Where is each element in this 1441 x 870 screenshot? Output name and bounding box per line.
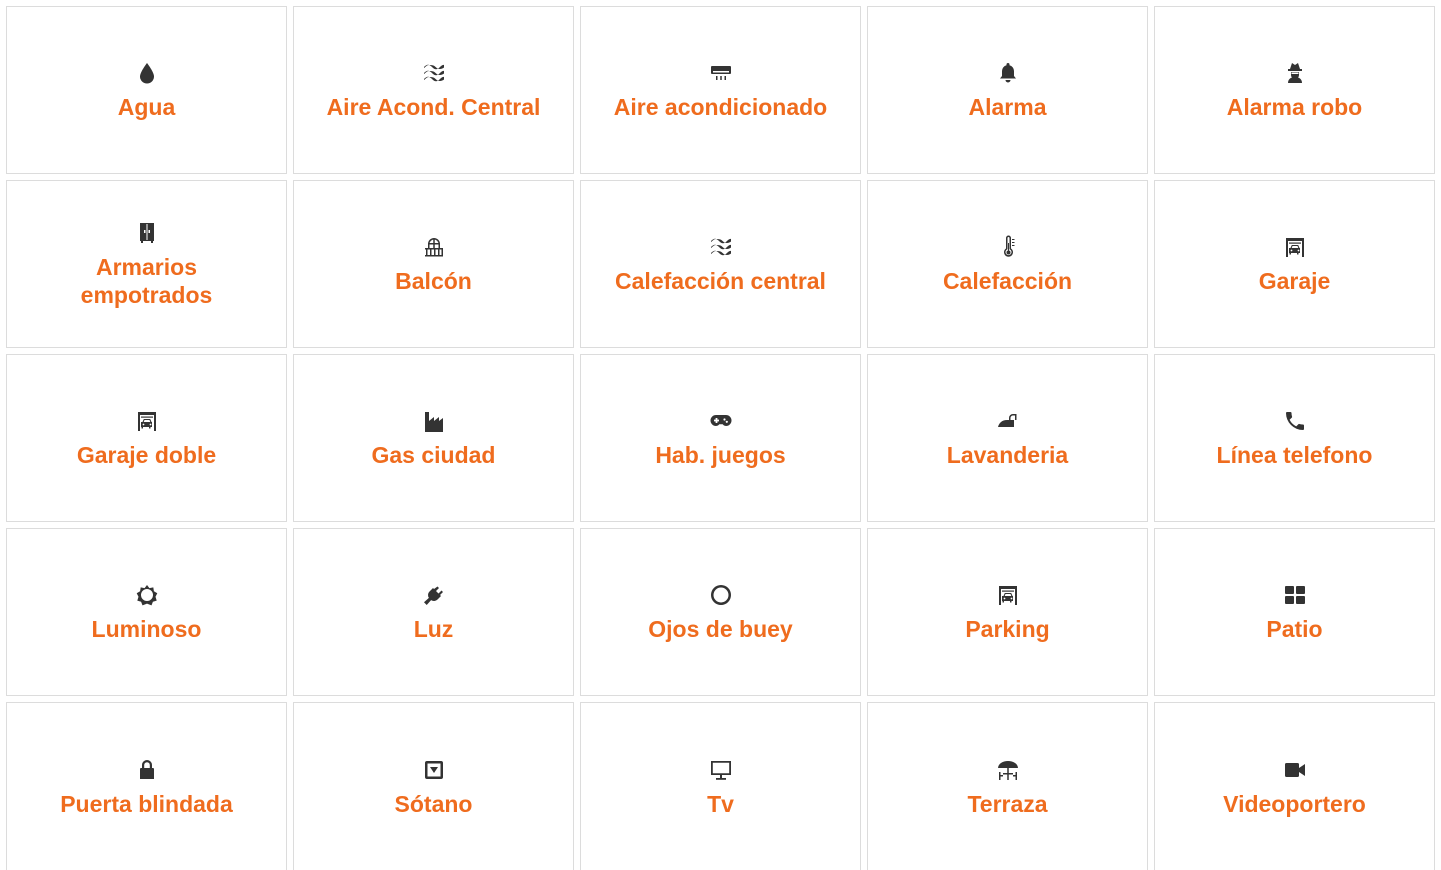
- amenity-gas-ciudad[interactable]: Gas ciudad: [293, 354, 574, 522]
- amenity-terraza[interactable]: Terraza: [867, 702, 1148, 870]
- amenity-label: Ojos de buey: [648, 616, 793, 642]
- amenity-label: Línea telefono: [1216, 442, 1373, 468]
- amenity-luminoso[interactable]: Luminoso: [6, 528, 287, 696]
- amenity-ojos-de-buey[interactable]: Ojos de buey: [580, 528, 861, 696]
- amenities-grid: Agua Aire Acond. Central Aire acondicion…: [6, 6, 1435, 870]
- amenity-alarma-robo[interactable]: Alarma robo: [1154, 6, 1435, 174]
- amenity-label: Garaje: [1258, 268, 1331, 294]
- amenity-garaje-doble[interactable]: Garaje doble: [6, 354, 287, 522]
- amenity-label: Lavanderia: [946, 442, 1069, 468]
- factory-icon: [420, 407, 448, 435]
- amenity-linea-telefono[interactable]: Línea telefono: [1154, 354, 1435, 522]
- amenity-patio[interactable]: Patio: [1154, 528, 1435, 696]
- amenity-label: Sótano: [394, 790, 473, 817]
- amenity-label: Alarma robo: [1226, 94, 1363, 120]
- amenity-calefaccion[interactable]: Calefacción: [867, 180, 1148, 348]
- amenity-balcon[interactable]: Balcón: [293, 180, 574, 348]
- phone-icon: [1281, 407, 1309, 435]
- garage-icon: [994, 581, 1022, 609]
- waves-icon: [707, 233, 735, 261]
- thermometer-icon: [994, 233, 1022, 261]
- bell-icon: [994, 59, 1022, 87]
- amenity-label: Armarios empotrados: [80, 254, 213, 308]
- balcony-icon: [420, 233, 448, 261]
- wardrobe-icon: [133, 219, 161, 247]
- amenity-lavanderia[interactable]: Lavanderia: [867, 354, 1148, 522]
- amenity-aire-acond-central[interactable]: Aire Acond. Central: [293, 6, 574, 174]
- amenity-calefaccion-central[interactable]: Calefacción central: [580, 180, 861, 348]
- amenity-label: Calefacción: [942, 268, 1073, 294]
- amenity-label: Balcón: [395, 268, 472, 294]
- monitor-icon: [707, 756, 735, 784]
- amenity-label: Aire Acond. Central: [326, 94, 541, 120]
- terrace-umbrella-icon: [994, 756, 1022, 784]
- amenity-label: Garaje doble: [76, 442, 217, 468]
- amenity-label: Patio: [1266, 616, 1323, 642]
- amenity-label: Alarma: [968, 94, 1047, 120]
- amenity-label: Aire acondicionado: [613, 94, 828, 120]
- circle-outline-icon: [707, 581, 735, 609]
- lock-icon: [133, 756, 161, 784]
- amenity-luz[interactable]: Luz: [293, 528, 574, 696]
- amenity-label: Gas ciudad: [371, 442, 496, 468]
- amenity-aire-acondicionado[interactable]: Aire acondicionado: [580, 6, 861, 174]
- amenity-puerta-blindada[interactable]: Puerta blindada: [6, 702, 287, 870]
- amenity-sotano[interactable]: Sótano: [293, 702, 574, 870]
- amenity-tv[interactable]: Tv: [580, 702, 861, 870]
- amenity-label: Videoportero: [1223, 790, 1366, 817]
- amenity-label: Agua: [117, 94, 176, 120]
- amenity-agua[interactable]: Agua: [6, 6, 287, 174]
- amenity-videoportero[interactable]: Videoportero: [1154, 702, 1435, 870]
- air-conditioner-icon: [707, 59, 735, 87]
- amenity-label: Terraza: [967, 790, 1048, 817]
- water-drop-icon: [133, 59, 161, 87]
- plug-icon: [420, 581, 448, 609]
- amenity-armarios-empotrados[interactable]: Armarios empotrados: [6, 180, 287, 348]
- amenity-label: Calefacción central: [615, 268, 826, 294]
- amenity-label: Tv: [707, 790, 734, 817]
- gamepad-icon: [707, 407, 735, 435]
- amenity-hab-juegos[interactable]: Hab. juegos: [580, 354, 861, 522]
- waves-icon: [420, 59, 448, 87]
- amenity-label: Parking: [965, 616, 1050, 642]
- amenity-label: Hab. juegos: [655, 442, 786, 468]
- amenity-parking[interactable]: Parking: [867, 528, 1148, 696]
- amenity-garaje[interactable]: Garaje: [1154, 180, 1435, 348]
- iron-icon: [994, 407, 1022, 435]
- amenity-label: Luz: [413, 616, 454, 642]
- video-camera-icon: [1281, 756, 1309, 784]
- sun-outline-icon: [133, 581, 161, 609]
- basement-icon: [420, 756, 448, 784]
- garage-icon: [133, 407, 161, 435]
- amenity-label: Luminoso: [91, 616, 202, 642]
- amenity-label: Puerta blindada: [60, 790, 233, 817]
- amenity-alarma[interactable]: Alarma: [867, 6, 1148, 174]
- grid-tiles-icon: [1281, 581, 1309, 609]
- burglar-icon: [1281, 59, 1309, 87]
- garage-icon: [1281, 233, 1309, 261]
